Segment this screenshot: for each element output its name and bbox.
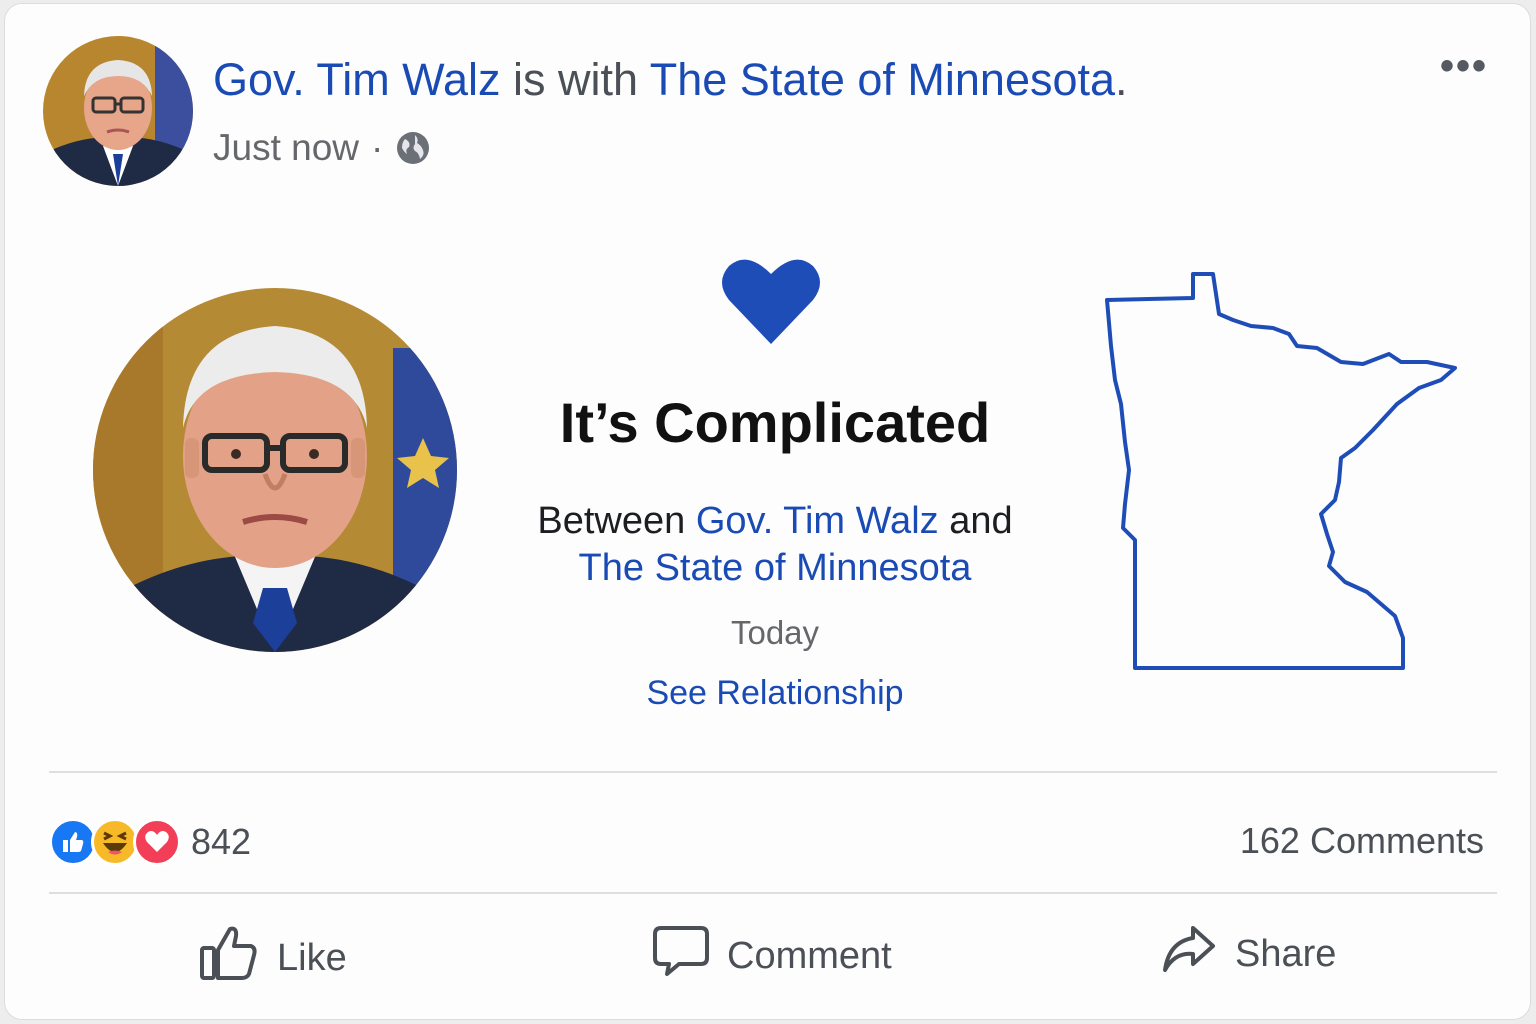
headline-period: .	[1115, 54, 1128, 105]
see-relationship-link[interactable]: See Relationship	[445, 674, 1105, 713]
post-card: Gov. Tim Walz is with The State of Minne…	[4, 3, 1531, 1020]
relationship-other-link[interactable]: The State of Minnesota	[579, 547, 972, 589]
meta-separator: ·	[371, 127, 384, 168]
love-reaction-icon	[133, 818, 181, 866]
post-timestamp[interactable]: Just now	[213, 127, 359, 169]
haha-reaction-icon	[91, 818, 139, 866]
author-avatar[interactable]	[43, 36, 193, 186]
like-label: Like	[277, 936, 347, 979]
between-prefix: Between	[537, 500, 686, 542]
heart-icon	[721, 254, 821, 351]
share-label: Share	[1235, 932, 1337, 975]
author-link[interactable]: Gov. Tim Walz	[213, 54, 501, 105]
reactions-summary[interactable]: 842	[49, 818, 251, 866]
post-meta: Just now ·	[213, 127, 431, 169]
share-button[interactable]: Share	[1161, 924, 1336, 984]
comments-count[interactable]: 162 Comments	[1240, 820, 1484, 862]
thumbs-up-icon	[199, 924, 259, 992]
reaction-count: 842	[191, 821, 252, 862]
more-options-button[interactable]: •••	[1440, 46, 1488, 86]
share-arrow-icon	[1161, 924, 1217, 984]
tagged-link[interactable]: The State of Minnesota	[650, 54, 1115, 105]
comment-button[interactable]: Comment	[653, 924, 892, 988]
divider-bottom	[49, 892, 1497, 894]
with-text: is with	[513, 54, 639, 105]
like-button[interactable]: Like	[199, 924, 347, 992]
relationship-between: Between Gov. Tim Walz and The State of M…	[445, 498, 1105, 592]
comment-bubble-icon	[653, 924, 709, 988]
profile-photo[interactable]	[93, 288, 457, 652]
minnesota-map-icon	[1101, 270, 1463, 679]
globe-icon[interactable]	[395, 130, 431, 166]
post-headline: Gov. Tim Walz is with The State of Minne…	[213, 54, 1128, 106]
relationship-status: It’s Complicated	[559, 391, 991, 454]
relationship-person-link[interactable]: Gov. Tim Walz	[696, 500, 939, 542]
like-reaction-icon	[49, 818, 97, 866]
between-conjunction: and	[949, 500, 1013, 542]
divider-top	[49, 771, 1497, 773]
relationship-date: Today	[730, 614, 820, 651]
comment-label: Comment	[727, 934, 892, 977]
